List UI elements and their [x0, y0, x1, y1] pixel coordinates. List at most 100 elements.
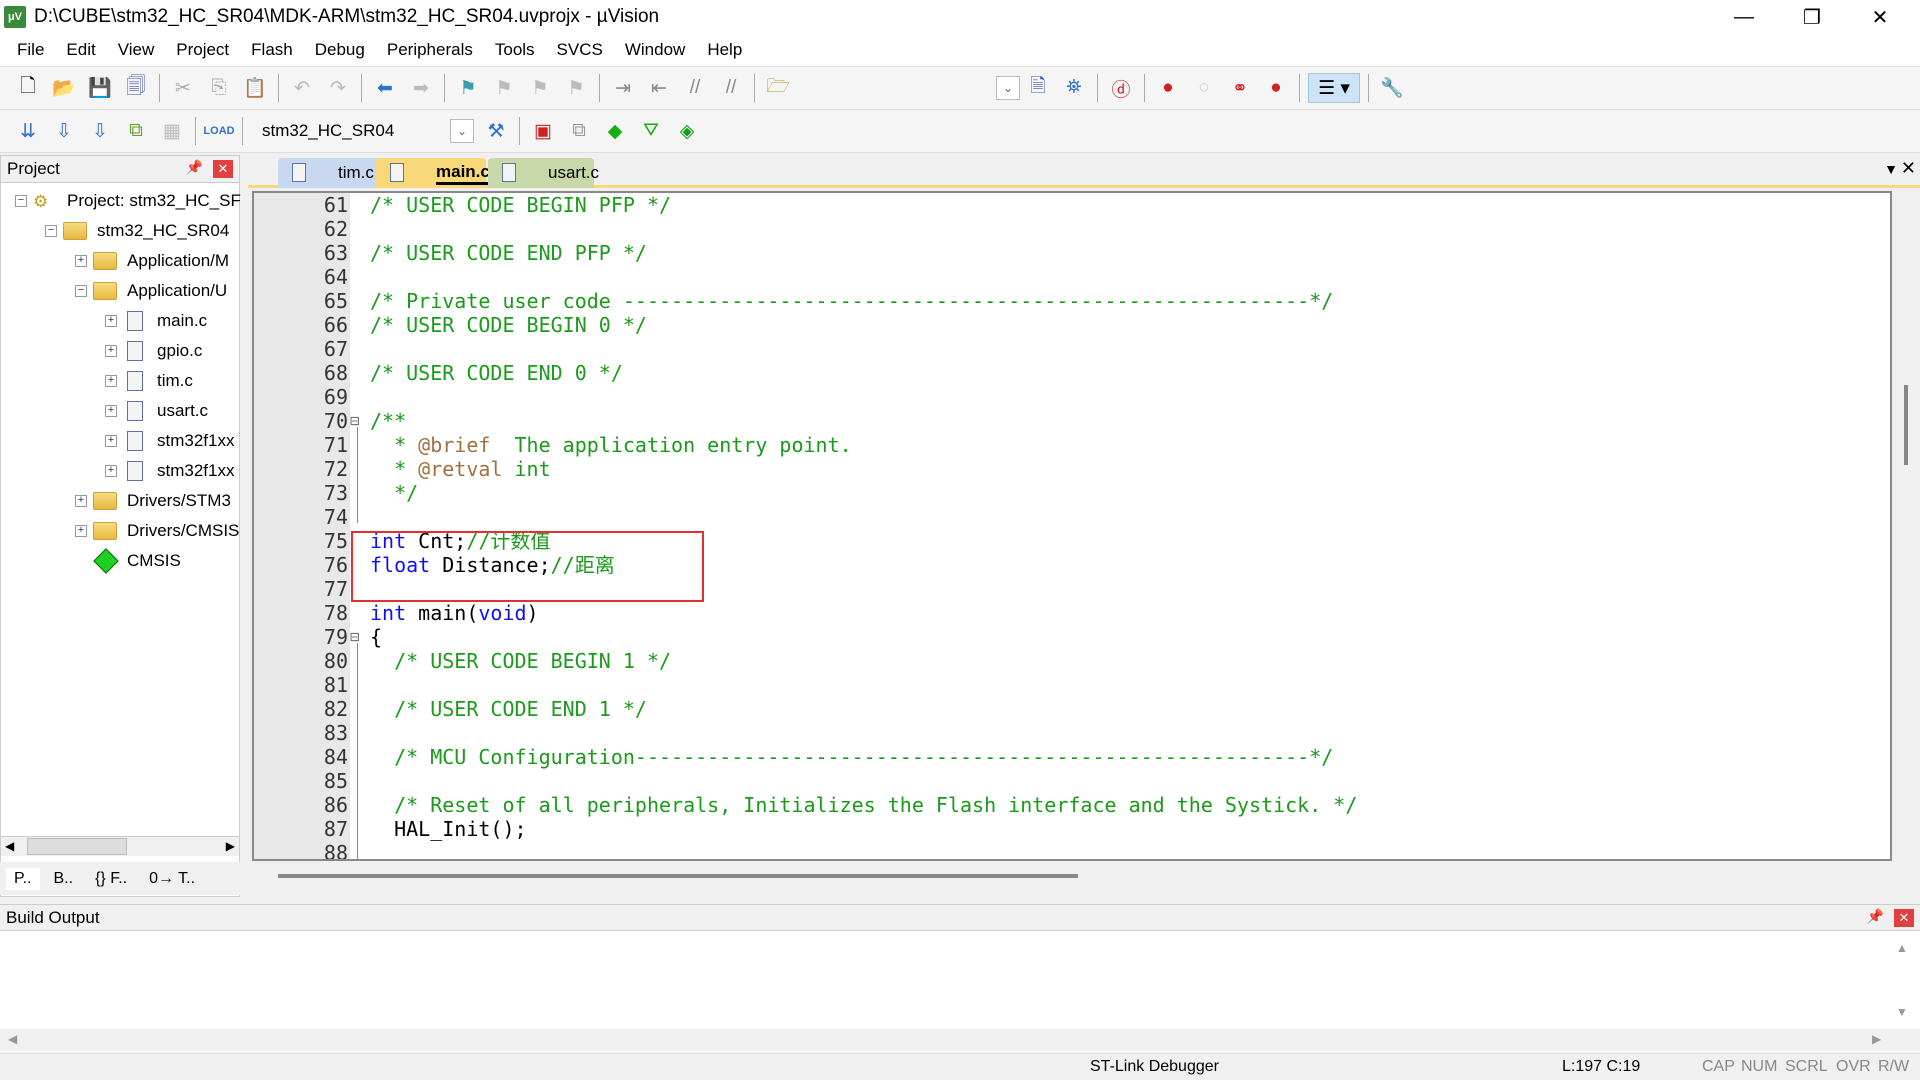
expand-icon[interactable]: + — [105, 345, 117, 357]
rebuild-icon[interactable]: ⇩ — [85, 116, 115, 146]
menu-file[interactable]: File — [6, 40, 55, 60]
paste-icon[interactable]: 📋 — [240, 73, 270, 103]
scroll-thumb[interactable] — [27, 838, 127, 855]
disable-all-breakpoints-icon[interactable]: ⚭ — [1225, 73, 1255, 103]
configure-icon[interactable]: 🔧 — [1377, 73, 1407, 103]
expand-icon[interactable]: + — [105, 435, 117, 447]
new-file-icon[interactable]: 🗋 — [13, 73, 43, 103]
restore-button[interactable]: ❐ — [1778, 0, 1846, 34]
expand-icon[interactable]: + — [105, 375, 117, 387]
minimize-button[interactable]: — — [1710, 0, 1778, 34]
panel-tab-project[interactable]: P.. — [6, 867, 40, 890]
menu-help[interactable]: Help — [696, 40, 753, 60]
expand-icon[interactable]: + — [75, 495, 87, 507]
build-hscrollbar[interactable]: ◀ ▶ — [0, 1029, 1920, 1051]
fold-toggle-icon[interactable]: ⊟ — [350, 409, 360, 433]
bookmark-icon[interactable]: ⚑ — [453, 73, 483, 103]
tree-item[interactable]: + Drivers/CMSIS — [75, 516, 239, 546]
tree-item[interactable]: + stm32f1xx — [105, 426, 234, 456]
menu-debug[interactable]: Debug — [304, 40, 376, 60]
menu-edit[interactable]: Edit — [55, 40, 106, 60]
collapse-icon[interactable]: − — [15, 195, 27, 207]
undo-icon[interactable]: ↶ — [287, 73, 317, 103]
batch-build-icon[interactable]: ⧉ — [121, 116, 151, 146]
breakpoint-icon[interactable]: ● — [1153, 73, 1183, 103]
indent-icon[interactable]: ⇥ — [608, 73, 638, 103]
close-tab-icon[interactable]: ✕ — [1901, 158, 1916, 179]
expand-icon[interactable]: + — [105, 315, 117, 327]
panel-tab-templates[interactable]: 0→ T.. — [141, 868, 203, 890]
tab-main-c[interactable]: main.c — [376, 158, 490, 188]
panel-tab-books[interactable]: B.. — [46, 868, 82, 890]
menu-view[interactable]: View — [107, 40, 166, 60]
menu-svcs[interactable]: SVCS — [546, 40, 614, 60]
tree-item[interactable]: + main.c — [105, 306, 207, 336]
collapse-icon[interactable]: − — [45, 225, 57, 237]
translate-icon[interactable]: ⇊ — [13, 116, 43, 146]
close-button[interactable]: ✕ — [1846, 0, 1914, 34]
tree-hscrollbar[interactable]: ◀ ▶ — [1, 836, 239, 856]
editor-hscrollbar[interactable] — [278, 874, 1078, 878]
file-extensions-icon[interactable]: ⧉ — [564, 116, 594, 146]
next-bookmark-icon[interactable]: ⚑ — [525, 73, 555, 103]
unindent-icon[interactable]: ⇤ — [644, 73, 674, 103]
tree-item[interactable]: − Application/U — [75, 276, 227, 306]
save-icon[interactable]: 💾 — [85, 73, 115, 103]
tree-item[interactable]: − ⚙ Project: stm32_HC_SF — [15, 186, 241, 216]
expand-icon[interactable]: + — [105, 405, 117, 417]
save-all-icon[interactable]: 🗐 — [121, 73, 151, 103]
disable-breakpoint-icon[interactable]: ○ — [1189, 73, 1219, 103]
incremental-find-icon[interactable]: 🗎 — [1023, 73, 1053, 103]
open-folder-icon[interactable]: 📂 — [49, 73, 79, 103]
close-panel-button[interactable]: ✕ — [213, 160, 233, 178]
collapse-icon[interactable]: − — [75, 285, 87, 297]
tab-usart-c[interactable]: usart.c — [488, 158, 599, 188]
tab-tim-c[interactable]: tim.c — [278, 158, 388, 188]
tree-item[interactable]: + tim.c — [105, 366, 193, 396]
stop-build-icon[interactable]: ▦ — [157, 116, 187, 146]
tree-item[interactable]: + gpio.c — [105, 336, 202, 366]
options-for-target-icon[interactable]: ⚒ — [481, 116, 511, 146]
build-icon[interactable]: ⇩ — [49, 116, 79, 146]
code-area[interactable]: 61 /* USER CODE BEGIN PFP */ 62 63 /* USER C… — [252, 191, 1892, 861]
tab-list-dropdown-icon[interactable]: ▼ — [1884, 161, 1898, 177]
tree-item[interactable]: + Application/M — [75, 246, 229, 276]
chevron-down-icon[interactable]: ⌄ — [450, 119, 474, 143]
expand-icon[interactable]: + — [75, 255, 87, 267]
expand-icon[interactable]: + — [75, 525, 87, 537]
menu-peripherals[interactable]: Peripherals — [376, 40, 484, 60]
manage-rte-icon[interactable]: ◆ — [600, 116, 630, 146]
pin-icon[interactable]: 📌 — [186, 159, 203, 176]
scroll-down-icon[interactable]: ▼ — [1896, 1005, 1908, 1019]
comment-icon[interactable]: // — [680, 73, 710, 103]
menu-tools[interactable]: Tools — [484, 40, 546, 60]
scroll-up-icon[interactable]: ▲ — [1896, 941, 1908, 955]
tree-item[interactable]: + stm32f1xx — [105, 456, 234, 486]
editor-vscrollbar[interactable] — [1904, 385, 1908, 465]
select-packs-icon[interactable]: ⛛ — [636, 116, 666, 146]
pin-icon[interactable]: 📌 — [1867, 908, 1884, 925]
panel-tab-functions[interactable]: {} F.. — [87, 868, 135, 890]
window-layout-icon[interactable]: ☰ ▾ — [1308, 73, 1360, 103]
expand-icon[interactable]: + — [105, 465, 117, 477]
menu-window[interactable]: Window — [614, 40, 696, 60]
prev-bookmark-icon[interactable]: ⚑ — [489, 73, 519, 103]
tree-item[interactable]: − stm32_HC_SR04 — [45, 216, 229, 246]
download-load-icon[interactable]: LOAD — [203, 116, 234, 146]
find-icon[interactable]: ⛯ — [1059, 73, 1089, 103]
pack-installer-icon[interactable]: ◈ — [672, 116, 702, 146]
tree-item[interactable]: CMSIS — [75, 546, 181, 576]
copy-icon[interactable]: ⎘ — [204, 73, 234, 103]
find-dropdown[interactable]: ⌄ — [996, 76, 1020, 100]
redo-icon[interactable]: ↷ — [323, 73, 353, 103]
navigate-back-icon[interactable]: ⬅ — [370, 73, 400, 103]
fold-toggle-icon[interactable]: ⊟ — [350, 625, 360, 649]
manage-components-icon[interactable]: ▣ — [528, 116, 558, 146]
debug-session-icon[interactable]: ⓓ — [1106, 73, 1136, 103]
uncomment-icon[interactable]: // — [716, 73, 746, 103]
close-panel-button[interactable]: ✕ — [1894, 909, 1914, 927]
cut-icon[interactable]: ✂ — [168, 73, 198, 103]
menu-project[interactable]: Project — [165, 40, 240, 60]
target-select[interactable]: stm32_HC_SR04 ⌄ — [258, 117, 478, 145]
clear-bookmarks-icon[interactable]: ⚑ — [561, 73, 591, 103]
